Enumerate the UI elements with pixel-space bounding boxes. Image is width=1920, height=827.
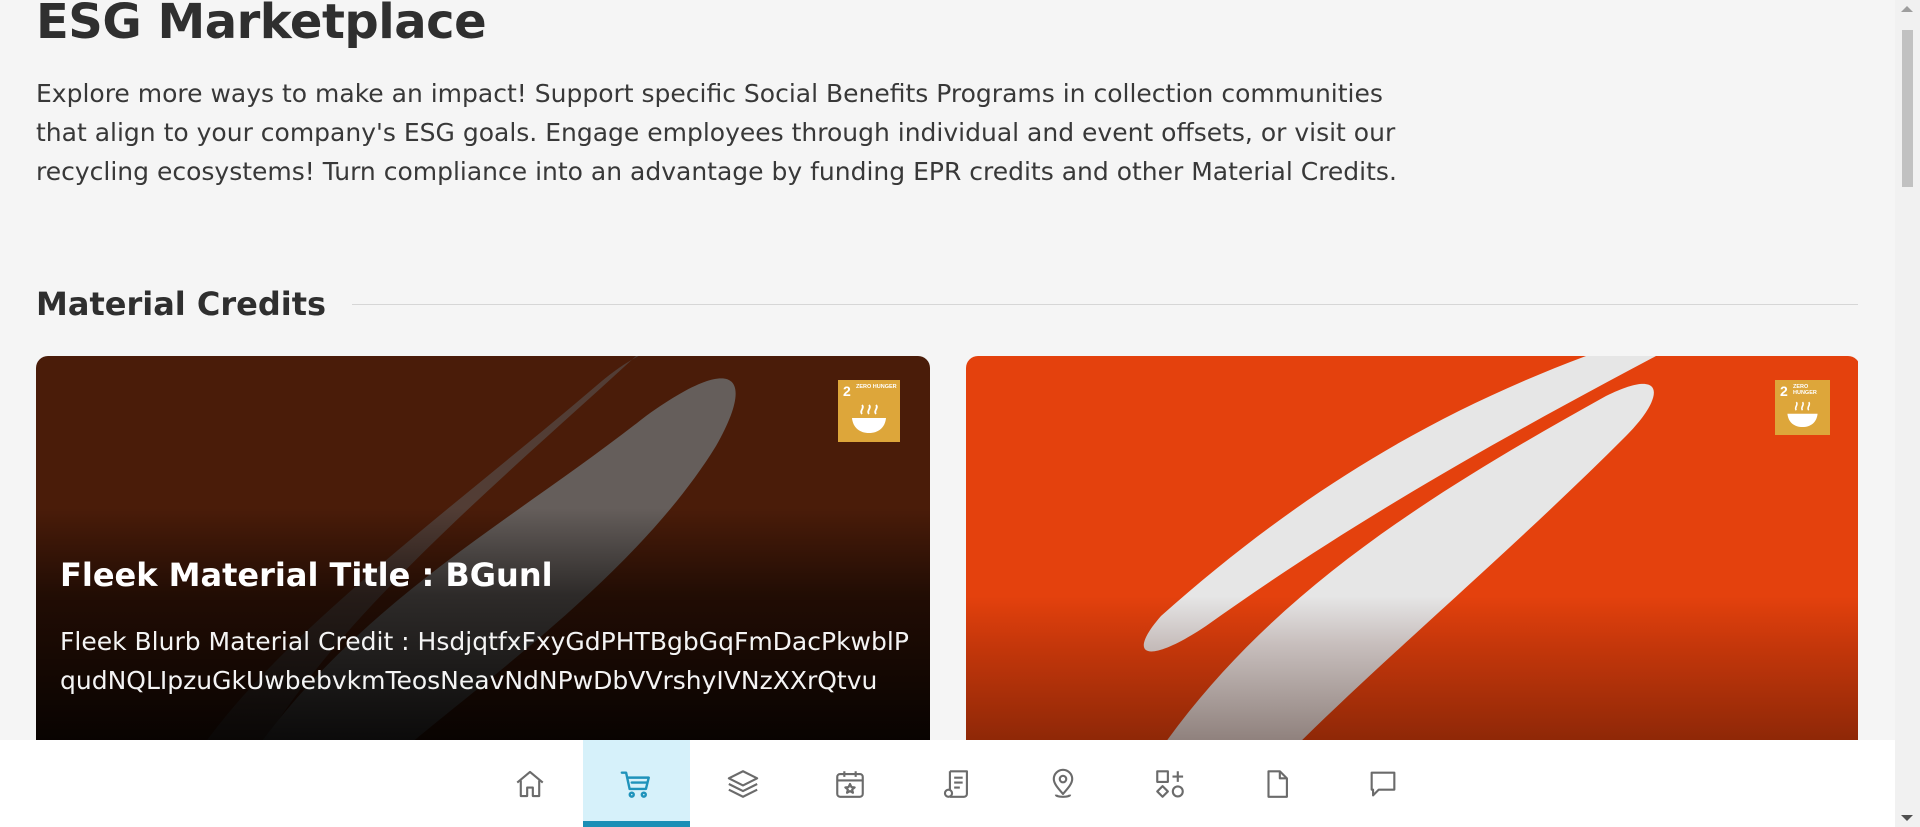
- layers-icon: [727, 769, 759, 798]
- sdg-zero-hunger-badge: 2 ZERO HUNGER: [838, 380, 900, 442]
- vertical-scrollbar[interactable]: [1895, 0, 1920, 827]
- nav-events[interactable]: [797, 740, 904, 827]
- bowl-icon: [852, 404, 886, 433]
- section-header: Material Credits: [36, 282, 1858, 326]
- main-content: ESG Marketplace Explore more ways to mak…: [36, 0, 1858, 740]
- calendar-star-icon: [836, 770, 864, 798]
- scrollbar-thumb[interactable]: [1902, 30, 1913, 187]
- section-divider: [352, 303, 1858, 305]
- file-icon: [1266, 769, 1288, 798]
- cart-icon: [621, 770, 651, 798]
- nav-marketplace[interactable]: [583, 740, 690, 827]
- card-gradient-overlay: [966, 596, 1858, 740]
- sdg-zero-hunger-badge: 2 ZERO HUNGER: [1775, 380, 1830, 435]
- card-title: Fleek Material Title : BGunl: [60, 556, 553, 594]
- bottom-navigation: [0, 740, 1895, 827]
- material-credit-card[interactable]: 2 ZERO HUNGER Fleek Material Title : BGu…: [36, 356, 930, 740]
- chat-icon: [1370, 771, 1396, 796]
- home-icon: [516, 770, 544, 797]
- map-pin-icon: [1052, 768, 1074, 798]
- grid-shapes-icon: [1156, 769, 1184, 798]
- document-list-icon: [943, 769, 968, 798]
- nav-layers[interactable]: [690, 740, 797, 827]
- nav-locations[interactable]: [1010, 740, 1117, 827]
- page-title: ESG Marketplace: [36, 0, 487, 50]
- scroll-down-arrow-icon[interactable]: [1901, 815, 1913, 821]
- section-title: Material Credits: [36, 285, 327, 323]
- nav-messages[interactable]: [1330, 740, 1437, 827]
- nav-programs[interactable]: [1117, 740, 1224, 827]
- nav-reports[interactable]: [903, 740, 1010, 827]
- nav-documents[interactable]: [1223, 740, 1330, 827]
- card-blurb: Fleek Blurb Material Credit : HsdjqtfxFx…: [60, 627, 909, 695]
- nav-home[interactable]: [476, 740, 583, 827]
- page-intro: Explore more ways to make an impact! Sup…: [36, 79, 1397, 186]
- bowl-icon: [1787, 401, 1818, 428]
- material-credit-card[interactable]: 2 ZERO HUNGER: [966, 356, 1858, 740]
- scroll-up-arrow-icon[interactable]: [1901, 6, 1913, 12]
